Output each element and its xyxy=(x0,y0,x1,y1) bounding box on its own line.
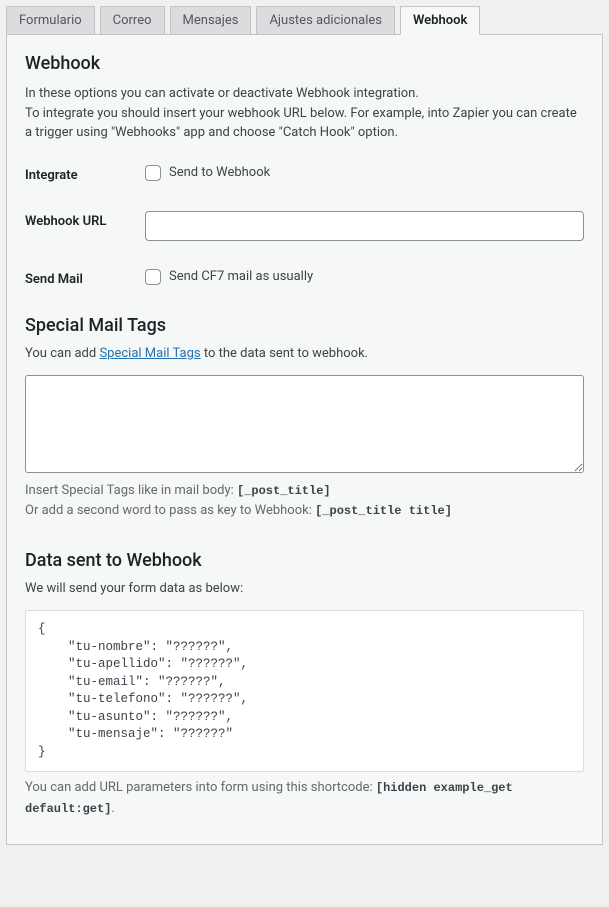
special-mail-tags-link[interactable]: Special Mail Tags xyxy=(99,346,200,361)
hint1-pre: Insert Special Tags like in mail body: xyxy=(25,483,237,498)
tab-bar: Formulario Correo Mensajes Ajustes adici… xyxy=(0,0,609,34)
webhook-title: Webhook xyxy=(25,53,584,74)
special-mail-tags-desc: You can add Special Mail Tags to the dat… xyxy=(25,346,584,361)
data-preview: { "tu-nombre": "??????", "tu-apellido": … xyxy=(25,610,584,772)
tab-formulario[interactable]: Formulario xyxy=(6,6,95,34)
tab-ajustes[interactable]: Ajustes adicionales xyxy=(256,6,395,34)
data-sent-title: Data sent to Webhook xyxy=(25,550,584,571)
desc-line-1: In these options you can activate or dea… xyxy=(25,86,419,101)
row-integrate: Integrate Send to Webhook xyxy=(25,165,584,183)
hint2-code: [_post_title title] xyxy=(315,504,452,518)
footer-post: . xyxy=(111,801,114,816)
tab-mensajes[interactable]: Mensajes xyxy=(170,6,252,34)
integrate-label: Integrate xyxy=(25,165,145,183)
integrate-checkbox[interactable] xyxy=(145,165,161,181)
special-tags-textarea[interactable] xyxy=(25,375,584,473)
tab-correo[interactable]: Correo xyxy=(100,6,165,34)
row-send-mail: Send Mail Send CF7 mail as usually xyxy=(25,269,584,287)
hint1-code: [_post_title] xyxy=(237,484,331,498)
webhook-url-input[interactable] xyxy=(145,211,584,241)
send-mail-checkbox-label: Send CF7 mail as usually xyxy=(169,269,313,284)
smt-desc-pre: You can add xyxy=(25,346,99,361)
hint2-pre: Or add a second word to pass as key to W… xyxy=(25,503,315,518)
send-mail-checkbox-wrap[interactable]: Send CF7 mail as usually xyxy=(145,269,313,285)
special-tags-hint: Insert Special Tags like in mail body: [… xyxy=(25,481,584,523)
tab-webhook[interactable]: Webhook xyxy=(400,6,480,35)
data-sent-intro: We will send your form data as below: xyxy=(25,581,584,596)
desc-line-2: To integrate you should insert your webh… xyxy=(25,106,577,141)
row-webhook-url: Webhook URL xyxy=(25,211,584,241)
send-mail-label: Send Mail xyxy=(25,269,145,287)
webhook-description: In these options you can activate or dea… xyxy=(25,84,584,143)
integrate-checkbox-wrap[interactable]: Send to Webhook xyxy=(145,165,270,181)
send-mail-checkbox[interactable] xyxy=(145,269,161,285)
footer-note: You can add URL parameters into form usi… xyxy=(25,778,584,820)
special-mail-tags-title: Special Mail Tags xyxy=(25,315,584,336)
integrate-checkbox-label: Send to Webhook xyxy=(169,165,270,180)
footer-pre: You can add URL parameters into form usi… xyxy=(25,780,376,795)
webhook-url-label: Webhook URL xyxy=(25,211,145,229)
webhook-panel: Webhook In these options you can activat… xyxy=(6,34,603,845)
smt-desc-post: to the data sent to webhook. xyxy=(201,346,368,361)
